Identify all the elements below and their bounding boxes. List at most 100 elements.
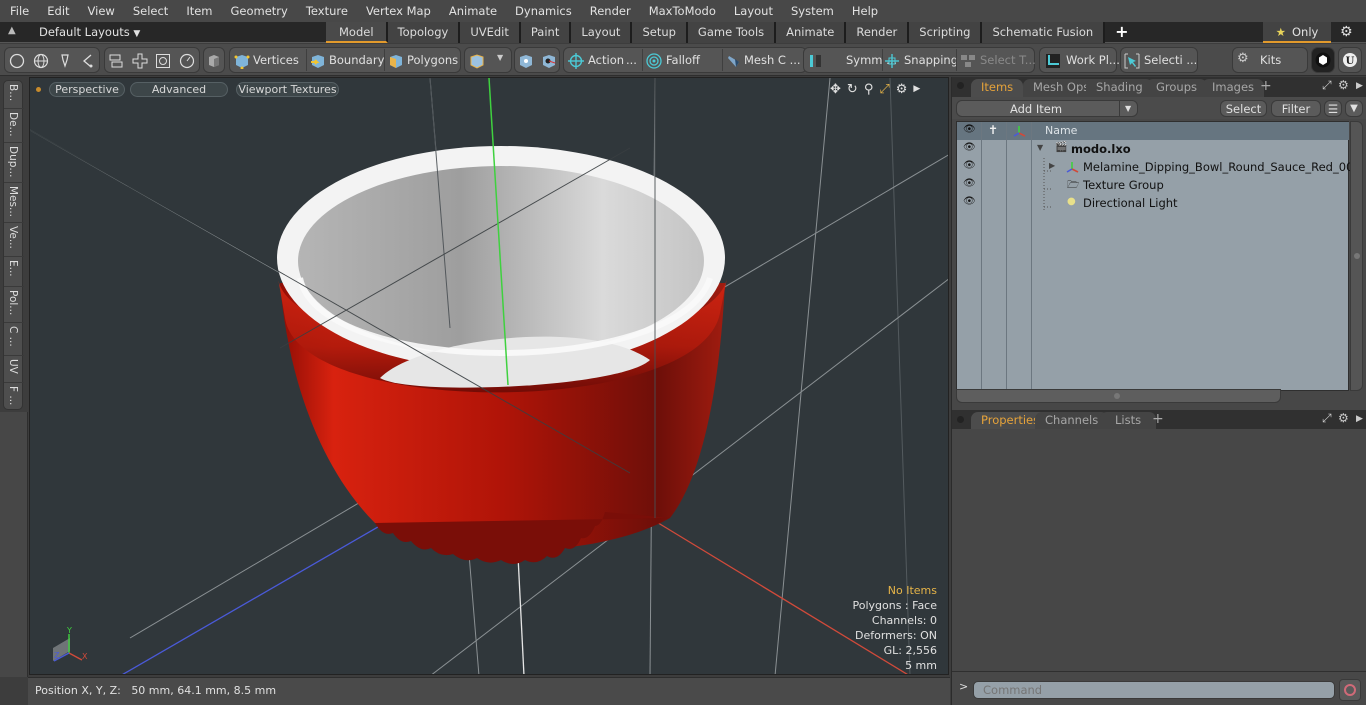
menu-system[interactable]: System (781, 0, 842, 22)
panel-options-dot[interactable] (957, 416, 964, 423)
tree-row-texture-group[interactable]: 👁 🗁 Texture Group (957, 176, 1349, 194)
unity-button[interactable] (1311, 47, 1335, 73)
zoom-view-icon[interactable]: ⚲ (864, 82, 874, 97)
menu-animate[interactable]: Animate (439, 0, 505, 22)
uv-cross-icon[interactable] (132, 53, 148, 69)
center-icon[interactable] (541, 53, 557, 69)
pivot-icon[interactable] (518, 53, 534, 69)
filter-funnel-icon[interactable]: ▼ (1345, 100, 1363, 117)
axis-column-icon[interactable] (1013, 125, 1026, 137)
chevron-down-icon[interactable]: ▼ (497, 53, 503, 62)
collapse-up-icon[interactable]: ▲ (8, 25, 22, 39)
add-tab-button[interactable]: + (1105, 22, 1138, 43)
boundary-button[interactable]: Boundary (308, 48, 384, 72)
visibility-eye-icon[interactable]: 👁 (963, 160, 976, 171)
add-panel-tab-button[interactable]: + (1152, 411, 1164, 427)
menu-file[interactable]: File (0, 0, 37, 22)
panel-more-icon[interactable]: ▶ (1356, 414, 1363, 424)
add-panel-tab-button[interactable]: + (1260, 78, 1272, 94)
vertices-button[interactable]: Vertices (232, 48, 304, 72)
symmetry-button[interactable]: Symm ... (806, 48, 897, 72)
visibility-eye-icon[interactable]: 👁 (963, 142, 976, 153)
menu-help[interactable]: Help (842, 0, 886, 22)
menu-maxtomodo[interactable]: MaxToModo (639, 0, 724, 22)
pen-tool-icon[interactable] (57, 53, 73, 69)
selection-sets-button[interactable]: Selecti ... (1120, 47, 1198, 73)
left-tab-deform[interactable]: De... (4, 109, 24, 143)
tree-vertical-scrollbar[interactable] (1350, 121, 1363, 391)
tab-model[interactable]: Model (326, 22, 388, 43)
circle-select-icon[interactable] (9, 53, 25, 69)
tab-images[interactable]: Images (1202, 79, 1265, 97)
filter-button[interactable]: Filter (1271, 100, 1321, 117)
panel-gear-icon[interactable]: ⚙ (1338, 411, 1349, 425)
tab-topology[interactable]: Topology (387, 22, 461, 43)
menu-edit[interactable]: Edit (37, 0, 77, 22)
command-history-button[interactable] (1339, 679, 1361, 701)
snapping-button[interactable]: Snapping (884, 48, 958, 72)
kits-button[interactable]: ⚙ Kits (1232, 47, 1308, 73)
tab-render[interactable]: Render (846, 22, 910, 43)
tree-row-directional-light[interactable]: 👁 ● Directional Light (957, 194, 1349, 212)
menu-render[interactable]: Render (580, 0, 639, 22)
tab-paint[interactable]: Paint (520, 22, 572, 43)
lasso-icon[interactable] (80, 53, 96, 69)
select-button[interactable]: Select (1220, 100, 1267, 117)
tab-schematic-fusion[interactable]: Schematic Fusion (982, 22, 1106, 43)
gear-icon[interactable]: ⚙ (1340, 24, 1353, 40)
visibility-column-icon[interactable]: 👁 (963, 124, 976, 135)
viewport-more-icon[interactable]: ▶ (913, 82, 920, 97)
menu-vertex-map[interactable]: Vertex Map (356, 0, 439, 22)
falloff-button[interactable]: Falloff (644, 48, 720, 72)
mesh-constraint-button[interactable]: Mesh C ... (724, 48, 806, 72)
left-tab-mesh-edit[interactable]: Mes... (4, 183, 24, 223)
polygons-button[interactable]: Polygons (386, 48, 460, 72)
tree-horizontal-scrollbar[interactable] (956, 389, 1281, 403)
unreal-button[interactable]: U (1338, 47, 1362, 73)
action-center-button[interactable]: Action ... (566, 48, 640, 72)
tab-animate[interactable]: Animate (776, 22, 847, 43)
add-item-button[interactable]: Add Item ▼ (956, 100, 1138, 117)
globe-icon[interactable] (33, 53, 49, 69)
tab-channels[interactable]: Channels (1035, 412, 1109, 430)
visibility-eye-icon[interactable]: 👁 (963, 178, 976, 189)
menu-layout[interactable]: Layout (724, 0, 781, 22)
tab-groups[interactable]: Groups (1146, 79, 1208, 97)
frame-icon[interactable] (155, 53, 171, 69)
dial-icon[interactable] (179, 53, 195, 69)
list-options-icon[interactable]: ☰ (1324, 100, 1342, 117)
left-tab-basic[interactable]: B... (4, 81, 24, 109)
command-input[interactable] (973, 681, 1335, 699)
tab-uvedit[interactable]: UVEdit (460, 22, 521, 43)
item-mode-button[interactable] (203, 47, 225, 73)
lock-column-icon[interactable]: ✝ (988, 123, 998, 137)
left-tab-edge[interactable]: E... (4, 257, 24, 287)
3d-viewport[interactable]: Y X Z Perspective Advanced Viewport Text… (29, 77, 949, 675)
panel-more-icon[interactable]: ▶ (1356, 81, 1363, 91)
select-through-button[interactable]: Select T... (958, 48, 1036, 72)
work-plane-button[interactable]: Work Pl... (1039, 47, 1120, 73)
material-cube-icon[interactable] (469, 53, 485, 69)
tab-game-tools[interactable]: Game Tools (687, 22, 777, 43)
left-tab-duplicate[interactable]: Dup... (4, 143, 24, 183)
panel-gear-icon[interactable]: ⚙ (1338, 78, 1349, 92)
rotate-view-icon[interactable]: ↻ (847, 82, 858, 97)
left-tab-uv[interactable]: UV (4, 356, 24, 383)
left-tab-polygon[interactable]: Pol... (4, 287, 24, 323)
maximize-panel-icon[interactable]: ⤢ (1322, 78, 1332, 93)
tree-row-scene[interactable]: 👁 ▼ 🎬 modo.lxo (957, 140, 1349, 158)
menu-texture[interactable]: Texture (296, 0, 356, 22)
left-tab-fusion[interactable]: F ... (4, 383, 24, 411)
menu-select[interactable]: Select (123, 0, 176, 22)
perspective-button[interactable]: Perspective (49, 82, 125, 97)
tab-setup[interactable]: Setup (632, 22, 688, 43)
tab-lists[interactable]: Lists (1100, 412, 1157, 430)
panel-options-dot[interactable] (957, 82, 964, 89)
tab-layout[interactable]: Layout (571, 22, 633, 43)
visibility-eye-icon[interactable]: 👁 (963, 196, 976, 207)
default-layouts-dropdown[interactable]: Default Layouts ▼ (39, 22, 140, 45)
menu-view[interactable]: View (78, 0, 123, 22)
tab-items[interactable]: Items (971, 79, 1024, 97)
menu-geometry[interactable]: Geometry (221, 0, 296, 22)
fit-view-icon[interactable]: ⤢ (879, 82, 889, 97)
